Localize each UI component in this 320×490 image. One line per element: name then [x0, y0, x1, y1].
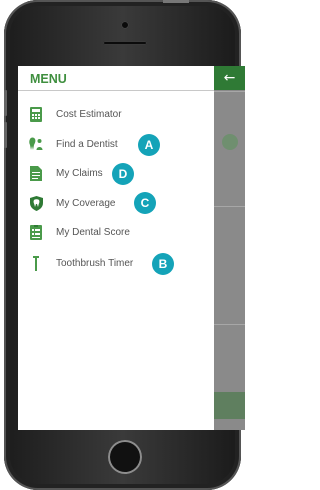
panel-divider [214, 91, 245, 92]
background-content-panel: ← [214, 66, 245, 430]
volume-button-down [4, 122, 7, 148]
menu-item-label: My Coverage [56, 197, 116, 209]
callout-badge-b: B [152, 253, 174, 275]
panel-divider [214, 206, 245, 207]
menu-drawer: MENU Cost Estimator Find a Dentist My Cl… [18, 66, 215, 430]
earpiece-speaker [103, 41, 147, 45]
callout-badge-c: C [134, 192, 156, 214]
menu-item-label: Find a Dentist [56, 138, 118, 150]
home-button[interactable] [108, 440, 142, 474]
menu-item-my-claims[interactable]: My Claims [28, 163, 103, 183]
shield-icon [28, 195, 44, 211]
add-icon [222, 134, 238, 150]
calculator-icon [28, 106, 44, 122]
back-arrow-icon: ← [223, 70, 236, 86]
volume-button-up [4, 90, 7, 116]
toothbrush-icon [28, 255, 44, 271]
callout-badge-a: A [138, 134, 160, 156]
back-arrow-button[interactable]: ← [214, 66, 245, 90]
front-camera [121, 21, 129, 29]
menu-item-toothbrush-timer[interactable]: Toothbrush Timer [28, 253, 133, 273]
menu-item-label: Toothbrush Timer [56, 257, 134, 269]
bottom-panel-strip [214, 392, 245, 419]
menu-item-label: Cost Estimator [56, 108, 122, 120]
menu-item-my-coverage[interactable]: My Coverage [28, 193, 115, 213]
menu-title: MENU [30, 72, 67, 86]
tooth-person-icon [28, 136, 44, 152]
callout-badge-d: D [112, 163, 134, 185]
menu-item-label: My Dental Score [56, 226, 130, 238]
power-button [163, 0, 189, 3]
panel-divider [214, 324, 245, 325]
menu-item-find-a-dentist[interactable]: Find a Dentist [28, 134, 118, 154]
menu-divider [18, 90, 214, 91]
scorecard-icon [28, 224, 44, 240]
menu-item-label: My Claims [56, 167, 103, 179]
document-icon [28, 165, 44, 181]
menu-item-cost-estimator[interactable]: Cost Estimator [28, 104, 122, 124]
phone-screen: MENU Cost Estimator Find a Dentist My Cl… [18, 66, 245, 430]
menu-item-my-dental-score[interactable]: My Dental Score [28, 222, 130, 242]
